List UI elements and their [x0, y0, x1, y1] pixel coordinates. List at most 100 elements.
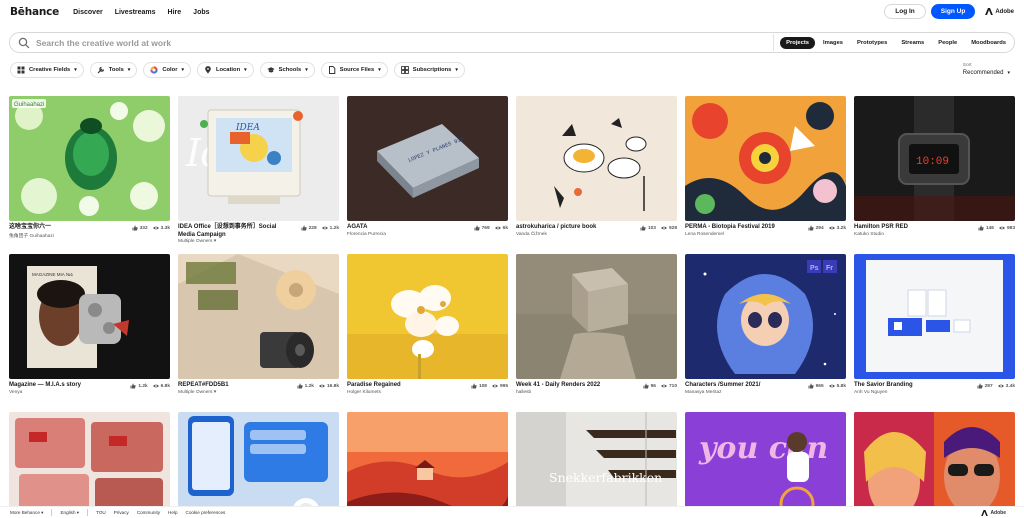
filter-location[interactable]: Location ▾ [196, 62, 254, 78]
likes-stat: 228 [301, 225, 317, 231]
footer-adobe[interactable]: Adobe [981, 510, 1014, 516]
footer-link-community[interactable]: Community [137, 510, 160, 515]
project-thumbnail[interactable]: MAGAZINE MIA №1 [9, 254, 170, 379]
project-thumbnail[interactable]: you can [685, 412, 846, 518]
project-thumbnail[interactable] [516, 96, 677, 221]
footer-link-privacy[interactable]: Privacy [114, 510, 129, 515]
behance-logo[interactable]: Bēhance [10, 6, 59, 18]
project-card[interactable]: PERMA - Biotopia Festival 2019 Lena Rose… [685, 96, 846, 251]
project-card[interactable]: REPEAT#FDD5B1 Multiple Owners ▾ 1.2k 16.… [178, 254, 339, 409]
project-thumbnail[interactable] [347, 254, 508, 379]
filter-source-files[interactable]: Source Files ▾ [320, 62, 388, 78]
scope-people[interactable]: People [932, 37, 963, 49]
project-title[interactable]: Magazine — M.I.A.s story [9, 382, 109, 390]
footer-more-behance[interactable]: More Behance ▾ [10, 510, 43, 516]
login-button[interactable]: Log In [884, 4, 926, 19]
project-title[interactable]: IDEA Office［设想到事务所］Social Media Campaign [178, 224, 278, 239]
signup-button[interactable]: Sign Up [930, 4, 976, 19]
project-owner[interactable]: Vanda Čižmek [516, 232, 547, 237]
scope-streams[interactable]: Streams [895, 37, 930, 49]
sort-dropdown[interactable]: Sort Recommended ▾ [963, 63, 1010, 76]
nav-discover[interactable]: Discover [73, 9, 103, 16]
footer-link-cookies[interactable]: Cookie preferences [186, 510, 226, 515]
project-thumbnail[interactable] [178, 254, 339, 379]
project-thumbnail[interactable]: LOPEZ Y PLANES 919 [347, 96, 508, 221]
project-owner[interactable]: Multiple Owners ▾ [178, 239, 216, 244]
project-title[interactable]: The Savior Branding [854, 382, 954, 390]
scope-projects[interactable]: Projects [780, 36, 816, 49]
project-owner[interactable]: hallesb [516, 390, 531, 395]
filter-color[interactable]: Color ▾ [143, 62, 191, 78]
project-owner[interactable]: Katuko Studio [854, 232, 884, 237]
eye-icon [492, 384, 498, 388]
project-card[interactable]: astrokuharica / picture book Vanda Čižme… [516, 96, 677, 251]
likes-count: 108 [478, 383, 487, 389]
project-thumbnail[interactable]: Ide IDEA [178, 96, 339, 221]
project-card[interactable] [854, 412, 1015, 518]
project-thumbnail[interactable]: 10:09 [854, 96, 1015, 221]
project-owner[interactable]: Anh Vu Nguyen [854, 390, 887, 395]
project-owner[interactable]: Venya [9, 390, 22, 395]
filter-schools[interactable]: Schools ▾ [259, 62, 315, 78]
project-owner[interactable]: Multiple Owners ▾ [178, 390, 216, 395]
project-card[interactable]: Week 41 - Daily Renders 2022 hallesb 96 … [516, 254, 677, 409]
project-owner[interactable]: Florencia Purrecia [347, 232, 386, 237]
footer-adobe-label: Adobe [990, 510, 1006, 516]
project-owner[interactable]: Manasya Meritaz [685, 390, 722, 395]
nav-livestreams[interactable]: Livestreams [115, 9, 156, 16]
project-owner[interactable]: Lena Rosendemel [685, 232, 724, 237]
subscriptions-icon [400, 66, 409, 74]
filter-subscriptions[interactable]: Subscriptions ▾ [393, 62, 465, 78]
project-thumbnail[interactable] [854, 412, 1015, 518]
project-thumbnail[interactable] [347, 412, 508, 518]
project-owner[interactable]: Holger Kilumets [347, 390, 381, 395]
project-card[interactable]: Guihaahazi 这啥宝宝你六一 兔角团子 Guihaahazi 332 3… [9, 96, 170, 251]
project-title[interactable]: REPEAT#FDD5B1 [178, 382, 278, 390]
scope-images[interactable]: Images [817, 37, 849, 49]
project-card[interactable] [9, 412, 170, 518]
project-title[interactable]: Paradise Regained [347, 382, 447, 390]
project-card[interactable]: Snekkerfabrikken [516, 412, 677, 518]
project-card[interactable]: Ps Fr Characters /Summer 2021/ Manasya M… [685, 254, 846, 409]
project-thumbnail[interactable]: Guihaahazi [9, 96, 170, 221]
filter-tools[interactable]: Tools ▾ [89, 62, 138, 78]
project-title[interactable]: Characters /Summer 2021/ [685, 382, 785, 390]
project-thumbnail[interactable] [9, 412, 170, 518]
nav-jobs[interactable]: Jobs [193, 9, 209, 16]
adobe-link[interactable]: Adobe [985, 8, 1014, 15]
nav-hire[interactable]: Hire [168, 9, 182, 16]
thumbs-up-icon [471, 383, 477, 389]
project-thumbnail[interactable] [685, 96, 846, 221]
project-thumbnail[interactable]: Ps Fr [685, 254, 846, 379]
project-thumbnail[interactable] [854, 254, 1015, 379]
filter-label: Tools [108, 67, 124, 73]
project-card[interactable]: LOPEZ Y PLANES 919 AGATA Florencia Purre… [347, 96, 508, 251]
project-card[interactable]: Ide IDEA IDEA Office［设想到事务所］Social Media… [178, 96, 339, 251]
thumbs-up-icon [130, 383, 136, 389]
project-thumbnail[interactable] [516, 254, 677, 379]
project-title[interactable]: 这啥宝宝你六一 [9, 224, 109, 232]
filter-creative-fields[interactable]: Creative Fields ▾ [10, 62, 84, 78]
project-title[interactable]: PERMA - Biotopia Festival 2019 [685, 224, 785, 232]
project-card[interactable]: 10:09 Hamilton PSR RED Katuko Studio 146… [854, 96, 1015, 251]
footer-language[interactable]: English ▾ [60, 510, 79, 516]
project-owner[interactable]: 兔角团子 Guihaahazi [9, 232, 54, 239]
project-card[interactable]: The Savior Branding Anh Vu Nguyen 287 3.… [854, 254, 1015, 409]
scope-prototypes[interactable]: Prototypes [851, 37, 893, 49]
project-thumbnail[interactable] [178, 412, 339, 518]
project-title[interactable]: astrokuharica / picture book [516, 224, 616, 232]
project-title[interactable]: AGATA [347, 224, 447, 232]
footer-link-help[interactable]: Help [168, 510, 177, 515]
footer-link-tou[interactable]: TOU [96, 510, 106, 515]
project-title[interactable]: Hamilton PSR RED [854, 224, 954, 232]
project-card[interactable]: Paradise Regained Holger Kilumets 108 99… [347, 254, 508, 409]
project-card[interactable]: you can [685, 412, 846, 518]
project-card[interactable] [347, 412, 508, 518]
project-title[interactable]: Week 41 - Daily Renders 2022 [516, 382, 616, 390]
scope-moodboards[interactable]: Moodboards [965, 37, 1012, 49]
project-card[interactable]: MAGAZINE MIA №1 Magazine — M.I.A.s story… [9, 254, 170, 409]
project-thumbnail[interactable]: Snekkerfabrikken [516, 412, 677, 518]
eye-icon [999, 226, 1005, 230]
project-card[interactable] [178, 412, 339, 518]
search-input[interactable] [36, 34, 774, 51]
